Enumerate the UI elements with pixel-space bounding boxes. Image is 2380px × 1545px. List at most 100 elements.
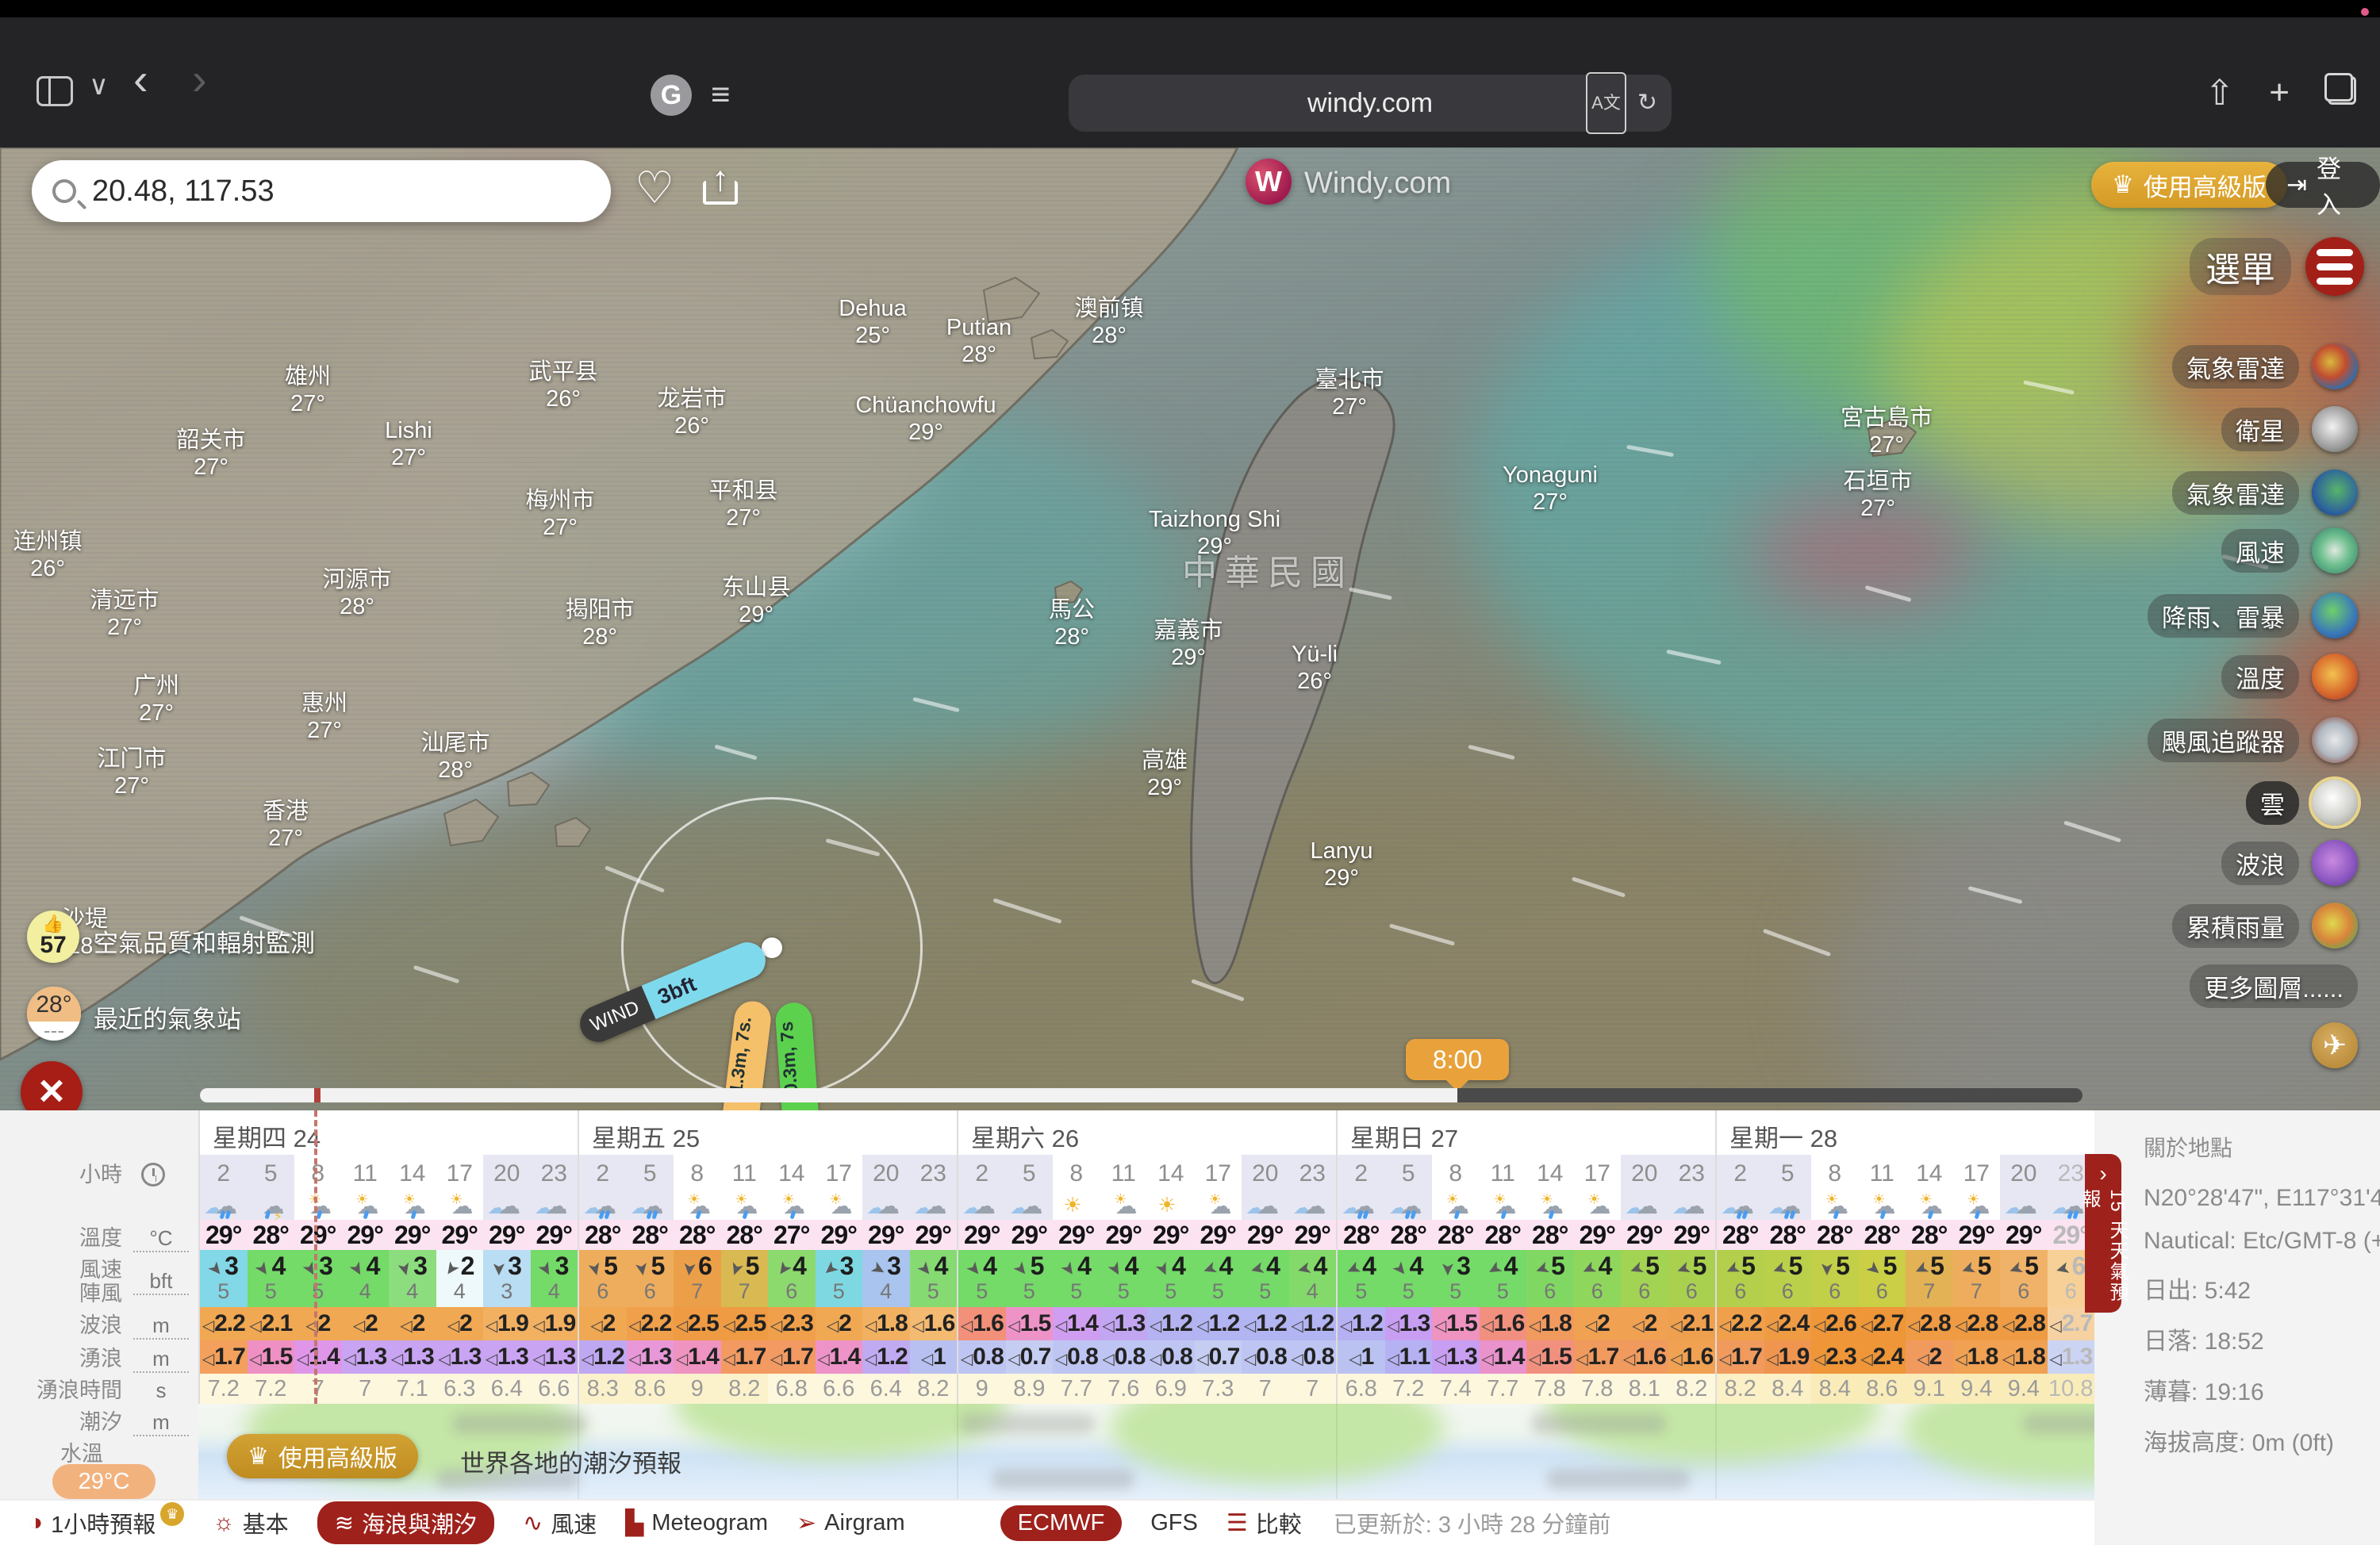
hour-cell[interactable]: 2 bbox=[1717, 1155, 1764, 1191]
hour-cell[interactable]: 17 bbox=[816, 1155, 863, 1191]
translate-icon[interactable]: A文 bbox=[1586, 72, 1626, 134]
layer-item-1[interactable]: 氣象雷達 bbox=[2172, 341, 2358, 392]
sidebar-toggle-icon[interactable] bbox=[36, 76, 73, 106]
compare-button[interactable]: ☰ 比較 bbox=[1226, 1506, 1302, 1539]
hour-cell[interactable]: 17 bbox=[436, 1155, 484, 1191]
hour-cell[interactable]: 17 bbox=[1195, 1155, 1242, 1191]
tab-waves-tides[interactable]: ≋ 海浪與潮汐 bbox=[317, 1501, 494, 1544]
hour-cell[interactable]: 8 bbox=[1432, 1155, 1480, 1191]
hour-cell[interactable]: 2 bbox=[958, 1155, 1006, 1191]
hour-cell[interactable]: 17 bbox=[1953, 1155, 2001, 1191]
day-column-2[interactable]: 星期五 252581114172023☁☁☁☁☀☁☀☁☀☁☀☁☁☁☁☁28°28… bbox=[578, 1110, 957, 1404]
hour-cell[interactable]: 11 bbox=[342, 1155, 390, 1191]
weather-icon-cell: ☁☁ bbox=[1764, 1191, 1812, 1220]
chevron-down-icon[interactable]: ∨ bbox=[89, 70, 109, 102]
hour-cell[interactable]: 17 bbox=[1574, 1155, 1622, 1191]
back-button[interactable]: ‹ bbox=[133, 63, 148, 95]
unit-swell[interactable]: m bbox=[133, 1347, 189, 1373]
hour-cell[interactable]: 2 bbox=[1338, 1155, 1385, 1191]
hour-cell[interactable]: 23 bbox=[1668, 1155, 1716, 1191]
hour-cell[interactable]: 20 bbox=[862, 1155, 910, 1191]
layer-item-5[interactable]: 降雨、雷暴 bbox=[2148, 590, 2358, 641]
weather-map[interactable]: 雄州27°韶关市27°连州镇26°Lishi27°武平县26°龙岩市26°Deh… bbox=[0, 148, 2380, 1110]
model-ecmwf-button[interactable]: ECMWF bbox=[1000, 1505, 1123, 1541]
day-column-5[interactable]: 星期一 282581114172023☁☁☁☁☀☁☀☁☀☁☀☁☁☁☁☁28°28… bbox=[1715, 1110, 2094, 1404]
hour-cell[interactable]: 11 bbox=[1859, 1155, 1906, 1191]
reader-icon[interactable]: ≡ bbox=[711, 76, 731, 113]
tabs-overview-icon[interactable] bbox=[2324, 73, 2356, 105]
hour-cell[interactable]: 8 bbox=[674, 1155, 721, 1191]
menu-button[interactable]: 選單 bbox=[2039, 233, 2364, 300]
login-button[interactable]: ⇥ 登入 bbox=[2266, 162, 2380, 208]
tab-wind-speed[interactable]: ∿ 風速 bbox=[523, 1506, 597, 1539]
layer-item-7[interactable]: 颶風追蹤器 bbox=[2148, 715, 2358, 765]
forecast-table[interactable]: 星期四 242581114172023☁☁☁⚡☀☁☀☁☀☁☀☁☁☁☁☁29°28… bbox=[198, 1110, 2094, 1404]
hourly-forecast-toggle[interactable]: ◑ 1小時預報 ♛ bbox=[29, 1506, 184, 1539]
site-favicon[interactable]: G bbox=[651, 75, 692, 116]
flight-mode-button[interactable]: ✈ bbox=[2312, 1020, 2358, 1071]
tab-meteogram[interactable]: ▙ Meteogram bbox=[625, 1509, 768, 1537]
forward-button[interactable]: › bbox=[192, 63, 207, 95]
fifteen-day-forecast-tab[interactable]: › 15 天天氣預報 bbox=[2085, 1154, 2121, 1313]
hour-cell[interactable]: 8 bbox=[1811, 1155, 1859, 1191]
layer-item-9[interactable]: 波浪 bbox=[2221, 838, 2358, 888]
layer-item-8[interactable]: 雲 bbox=[2246, 777, 2358, 828]
hour-cell[interactable]: 20 bbox=[2000, 1155, 2048, 1191]
hour-cell[interactable]: 20 bbox=[1621, 1155, 1668, 1191]
layer-item-10[interactable]: 累積雨量 bbox=[2172, 900, 2358, 951]
hour-cell[interactable]: 8 bbox=[294, 1155, 342, 1191]
tab-basic[interactable]: ☼ 基本 bbox=[213, 1506, 289, 1539]
hour-cell[interactable]: 14 bbox=[1906, 1155, 1953, 1191]
share-location-icon[interactable]: ↑ bbox=[703, 165, 738, 205]
premium-button[interactable]: ♛ 使用高級版 bbox=[2091, 162, 2287, 208]
reload-icon[interactable]: ↻ bbox=[1637, 75, 1657, 132]
search-box[interactable]: 20.48, 117.53 bbox=[32, 160, 611, 222]
unit-wave[interactable]: m bbox=[133, 1313, 189, 1340]
time-bubble[interactable]: 8:00 bbox=[1406, 1039, 1509, 1080]
favorite-heart-icon[interactable]: ♡ bbox=[635, 162, 674, 214]
address-bar[interactable]: windy.com A文 ↻ bbox=[1069, 75, 1672, 132]
windy-logo[interactable]: W Windy.com bbox=[1246, 159, 1451, 205]
hour-cell[interactable]: 2 bbox=[579, 1155, 627, 1191]
model-gfs-button[interactable]: GFS bbox=[1150, 1510, 1198, 1536]
hour-cell[interactable]: 23 bbox=[1289, 1155, 1337, 1191]
hour-cell[interactable]: 5 bbox=[1006, 1155, 1054, 1191]
day-column-3[interactable]: 星期六 262581114172023☁☁☁☁☀☀☁☀☀☁☁☁☁☁29°29°2… bbox=[957, 1110, 1336, 1404]
hour-cell[interactable]: 11 bbox=[1480, 1155, 1527, 1191]
tab-airgram[interactable]: ➢ Airgram bbox=[797, 1509, 905, 1537]
air-quality-badge[interactable]: 👍 57 bbox=[27, 911, 79, 963]
layer-item-6[interactable]: 溫度 bbox=[2221, 651, 2358, 702]
share-icon[interactable]: ⇧ bbox=[2205, 73, 2234, 113]
timeline-slider[interactable] bbox=[200, 1088, 2082, 1102]
layer-item-4[interactable]: 風速 bbox=[2221, 525, 2358, 576]
hour-cell[interactable]: 14 bbox=[1526, 1155, 1574, 1191]
weather-icon-sun-rain: ☀☁ bbox=[1906, 1191, 1953, 1220]
hour-cell[interactable]: 2 bbox=[200, 1155, 248, 1191]
hour-cell[interactable]: 23 bbox=[531, 1155, 578, 1191]
hour-cell[interactable]: 5 bbox=[248, 1155, 295, 1191]
unit-temp[interactable]: °C bbox=[133, 1226, 189, 1252]
hour-cell[interactable]: 5 bbox=[1764, 1155, 1812, 1191]
hour-cell[interactable]: 23 bbox=[910, 1155, 958, 1191]
swell-period-cell: 7.2 bbox=[248, 1374, 295, 1404]
day-column-1[interactable]: 星期四 242581114172023☁☁☁⚡☀☁☀☁☀☁☀☁☁☁☁☁29°28… bbox=[198, 1110, 578, 1404]
day-column-4[interactable]: 星期日 272581114172023☁☁☁☁☀☁☀☁☀☁☀☁☁☁☁☁28°28… bbox=[1336, 1110, 1715, 1404]
unit-wind[interactable]: bft bbox=[133, 1269, 189, 1295]
new-tab-icon[interactable]: + bbox=[2269, 73, 2290, 113]
hour-cell[interactable]: 11 bbox=[721, 1155, 769, 1191]
layer-item-11[interactable]: 更多圖層...... bbox=[2190, 960, 2358, 1011]
hour-cell[interactable]: 20 bbox=[1242, 1155, 1289, 1191]
hour-cell[interactable]: 14 bbox=[1147, 1155, 1195, 1191]
hour-cell[interactable]: 11 bbox=[1100, 1155, 1148, 1191]
hour-cell[interactable]: 14 bbox=[768, 1155, 816, 1191]
hour-cell[interactable]: 5 bbox=[627, 1155, 674, 1191]
layer-item-3[interactable]: 氣象雷達 bbox=[2172, 467, 2358, 518]
hour-cell[interactable]: 14 bbox=[389, 1155, 436, 1191]
hour-cell[interactable]: 5 bbox=[1385, 1155, 1433, 1191]
layer-item-2[interactable]: 衛星 bbox=[2221, 404, 2358, 454]
tide-premium-button[interactable]: ♛ 使用高級版 bbox=[227, 1434, 418, 1478]
hour-cell[interactable]: 8 bbox=[1053, 1155, 1100, 1191]
hour-cell[interactable]: 20 bbox=[483, 1155, 531, 1191]
weather-station-badge[interactable]: 28° --- bbox=[27, 987, 81, 1041]
unit-tide[interactable]: m bbox=[133, 1410, 189, 1436]
